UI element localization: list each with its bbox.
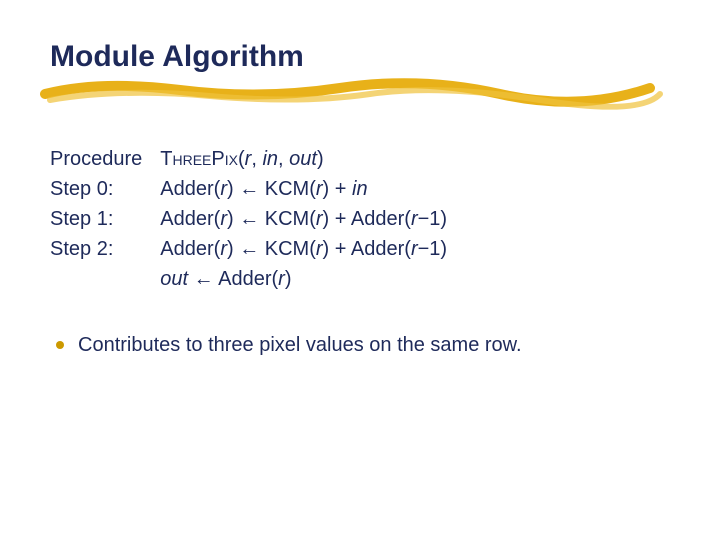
step-row: Step 1: Adder(r) ← KCM(r) + Adder(r−1) bbox=[50, 204, 447, 234]
step-expr: Adder(r) ← KCM(r) + in bbox=[160, 174, 447, 204]
var-out: out bbox=[160, 268, 188, 290]
title-underline bbox=[50, 80, 670, 116]
text: ) + Adder( bbox=[323, 238, 411, 260]
text: Adder( bbox=[160, 238, 220, 260]
slide-body: Procedure ThreePix(r, in, out) Step 0: A… bbox=[50, 144, 670, 360]
procedure-label: Procedure bbox=[50, 144, 160, 174]
procedure-block: Procedure ThreePix(r, in, out) Step 0: A… bbox=[50, 144, 447, 294]
sep1: , bbox=[251, 148, 262, 170]
paren-open: ( bbox=[238, 148, 245, 170]
step-row: Step 0: Adder(r) ← KCM(r) + in bbox=[50, 174, 447, 204]
var-r: r bbox=[316, 238, 323, 260]
left-arrow-icon: ← bbox=[239, 238, 259, 260]
var-r: r bbox=[220, 208, 227, 230]
text: ) + Adder( bbox=[323, 208, 411, 230]
var-r: r bbox=[220, 238, 227, 260]
var: in bbox=[352, 178, 368, 200]
brush-stroke-icon bbox=[40, 74, 680, 114]
text: KCM( bbox=[259, 208, 316, 230]
paren-close: ) bbox=[317, 148, 324, 170]
step-label: Step 2: bbox=[50, 234, 160, 264]
procedure-header-row: Procedure ThreePix(r, in, out) bbox=[50, 144, 447, 174]
var-r: r bbox=[220, 178, 227, 200]
left-arrow-icon: ← bbox=[239, 208, 259, 230]
text: Adder( bbox=[160, 208, 220, 230]
procedure-name: ThreePix bbox=[160, 148, 238, 170]
sep2: , bbox=[278, 148, 289, 170]
text: Adder( bbox=[160, 178, 220, 200]
text: KCM( bbox=[259, 178, 316, 200]
step-row: Step 2: Adder(r) ← KCM(r) + Adder(r−1) bbox=[50, 234, 447, 264]
arg-out: out bbox=[289, 148, 317, 170]
arg-in: in bbox=[262, 148, 278, 170]
bullet-dot-icon bbox=[56, 341, 64, 349]
slide-title: Module Algorithm bbox=[50, 40, 670, 74]
slide: Module Algorithm Procedure ThreePix(r, i… bbox=[0, 0, 720, 540]
var-r: r bbox=[278, 268, 285, 290]
text: ) bbox=[227, 208, 239, 230]
step-label: Step 0: bbox=[50, 174, 160, 204]
text: ) + bbox=[323, 178, 352, 200]
procedure-signature: ThreePix(r, in, out) bbox=[160, 144, 447, 174]
step-expr: Adder(r) ← KCM(r) + Adder(r−1) bbox=[160, 234, 447, 264]
text: Adder( bbox=[218, 268, 278, 290]
empty-cell bbox=[50, 264, 160, 294]
bullet-item: Contributes to three pixel values on the… bbox=[50, 330, 670, 360]
text: −1) bbox=[418, 238, 447, 260]
text: −1) bbox=[418, 208, 447, 230]
left-arrow-icon: ← bbox=[188, 268, 218, 290]
step-expr: Adder(r) ← KCM(r) + Adder(r−1) bbox=[160, 204, 447, 234]
var-r: r bbox=[316, 208, 323, 230]
step-label: Step 1: bbox=[50, 204, 160, 234]
left-arrow-icon: ← bbox=[239, 178, 259, 200]
var-r: r bbox=[316, 178, 323, 200]
var: r bbox=[411, 208, 418, 230]
bullet-text: Contributes to three pixel values on the… bbox=[78, 330, 522, 360]
text: ) bbox=[227, 178, 239, 200]
var: r bbox=[411, 238, 418, 260]
text: KCM( bbox=[259, 238, 316, 260]
final-expr: out ← Adder(r) bbox=[160, 264, 447, 294]
text: ) bbox=[285, 268, 292, 290]
text: ) bbox=[227, 238, 239, 260]
final-row: out ← Adder(r) bbox=[50, 264, 447, 294]
